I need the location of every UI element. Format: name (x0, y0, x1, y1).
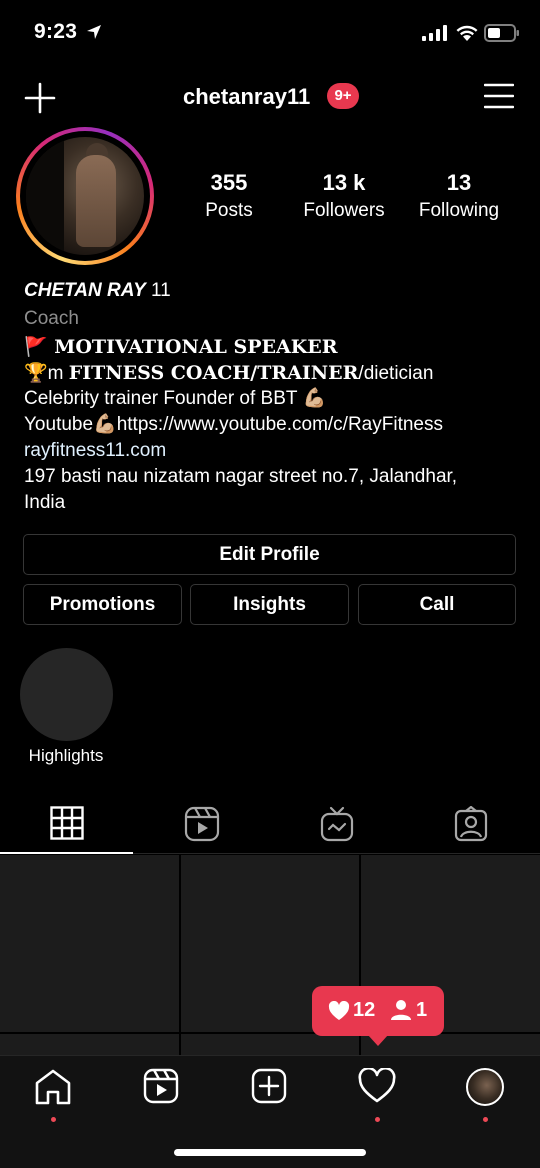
call-button[interactable]: Call (358, 584, 516, 625)
stat-posts[interactable]: 355 Posts (169, 170, 289, 222)
stat-followers[interactable]: 13 k Followers (284, 170, 404, 222)
location-arrow-icon (87, 25, 101, 39)
bio-line-coach: 🏆m FITNESS COACH/TRAINER/dietician (24, 362, 434, 384)
followers-count: 13 k (322, 170, 366, 195)
highlight-circle[interactable] (20, 648, 113, 741)
tab-tagged[interactable] (404, 796, 537, 854)
home-indicator[interactable] (174, 1149, 366, 1156)
following-count: 13 (446, 170, 472, 195)
bio-address-line2: India (24, 492, 66, 513)
posts-count: 355 (210, 170, 248, 195)
profile-category: Coach (24, 308, 79, 329)
trophy-icon: 🏆 (24, 363, 48, 384)
post-thumbnail[interactable] (0, 1034, 179, 1055)
red-flag-icon: 🚩 (24, 337, 48, 358)
post-thumbnail[interactable] (0, 855, 179, 1032)
reels-icon (184, 806, 219, 842)
following-label: Following (418, 200, 500, 221)
profile-avatar[interactable] (16, 127, 154, 265)
tab-posts-grid[interactable] (0, 796, 133, 854)
grid-icon (49, 806, 84, 840)
bio-line-trainer: Celebrity trainer Founder of BBT 💪🏼 (24, 388, 327, 409)
hamburger-menu-icon[interactable] (484, 82, 514, 110)
new-followers-count: 1 (416, 999, 428, 1021)
nav-create[interactable] (239, 1066, 299, 1126)
reels-icon (143, 1068, 179, 1104)
posts-label: Posts (205, 200, 253, 221)
home-icon (35, 1069, 71, 1105)
bio-address-line1: 197 basti nau nizatam nagar street no.7,… (24, 466, 458, 487)
nav-profile-dot (482, 1117, 488, 1122)
followers-label: Followers (303, 200, 385, 221)
content-tabs (0, 796, 540, 854)
new-post-plus-icon[interactable] (24, 82, 56, 114)
nav-home-dot (50, 1117, 56, 1122)
battery-icon (484, 24, 519, 42)
signal-icon (422, 25, 447, 41)
new-likes-count: 12 (353, 999, 376, 1021)
tab-reels[interactable] (135, 796, 268, 854)
bio-website-link[interactable]: rayfitness11.com (24, 438, 524, 464)
post-thumbnail[interactable] (181, 1034, 359, 1055)
activity-notification-popup[interactable]: 12 1 (312, 986, 444, 1046)
profile-display-name: CHETAN RAY 11 (24, 280, 171, 301)
nav-activity[interactable] (347, 1066, 407, 1126)
posts-grid (0, 855, 540, 1055)
heart-icon (328, 1001, 350, 1020)
user-icon (391, 1000, 411, 1020)
profile-bio: CHETAN RAY 11 Coach 🚩 MOTIVATIONAL SPEAK… (24, 280, 524, 516)
highlight-label: Highlights (28, 746, 104, 765)
edit-profile-button[interactable]: Edit Profile (23, 534, 516, 575)
nav-home[interactable] (23, 1066, 83, 1126)
status-time: 9:23 (34, 20, 78, 43)
wifi-icon (456, 25, 478, 41)
tab-igtv[interactable] (270, 796, 403, 854)
add-post-icon (251, 1068, 287, 1104)
stat-following[interactable]: 13 Following (399, 170, 519, 222)
nav-profile[interactable] (455, 1066, 515, 1126)
notification-badge[interactable]: 9+ (327, 83, 359, 109)
insights-button[interactable]: Insights (190, 584, 349, 625)
status-bar: 9:23 (0, 0, 540, 64)
promotions-button[interactable]: Promotions (23, 584, 182, 625)
profile-username[interactable]: chetanray11 (183, 84, 310, 110)
profile-header: chetanray11 9+ (0, 66, 540, 126)
profile-avatar-small (466, 1068, 504, 1106)
nav-reels[interactable] (131, 1066, 191, 1126)
bio-line-youtube: Youtube💪🏼https://www.youtube.com/c/RayFi… (24, 414, 443, 435)
tagged-person-icon (454, 806, 487, 842)
heart-icon (358, 1068, 396, 1103)
bio-line-speaker: 🚩 MOTIVATIONAL SPEAKER (24, 336, 338, 358)
nav-activity-dot (374, 1117, 380, 1122)
igtv-icon (320, 806, 353, 842)
